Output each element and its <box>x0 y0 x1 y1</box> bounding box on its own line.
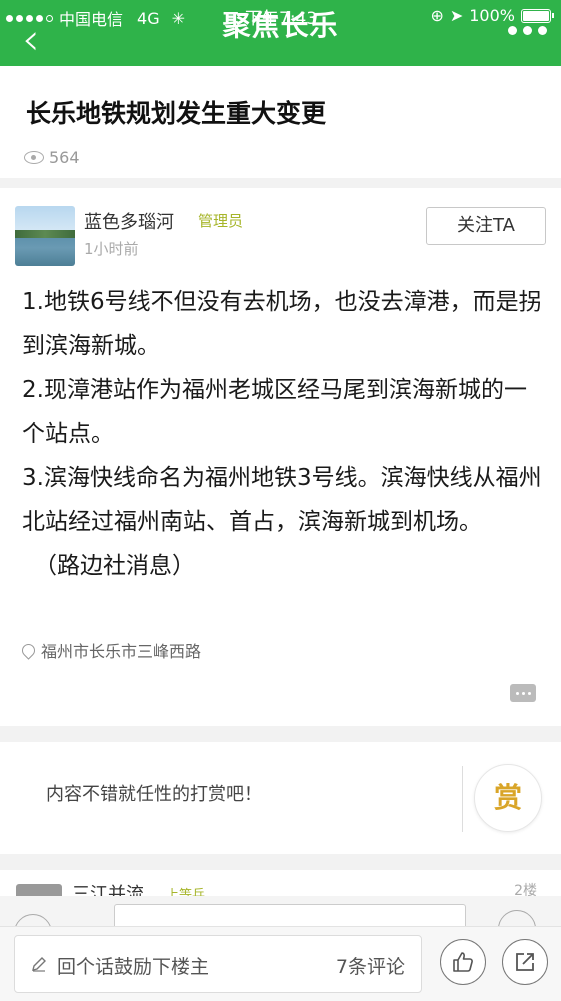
post-paragraph: 1.地铁6号线不但没有去机场，也没去漳港，而是拐到滨海新城。 <box>22 289 542 359</box>
thumbs-up-icon <box>453 952 473 972</box>
reward-button[interactable]: 赏 <box>474 764 542 832</box>
main-post: 蓝色多瑙河 管理员 1小时前 关注TA 1.地铁6号线不但没有去机场，也没去漳港… <box>0 188 561 726</box>
location[interactable]: 福州市长乐市三峰西路 <box>19 638 202 662</box>
bottom-bar: 回个话鼓励下楼主 7条评论 <box>0 926 561 1001</box>
reply-placeholder: 回个话鼓励下楼主 <box>57 956 210 978</box>
reward-section: 内容不错就任性的打赏吧！ 赏 <box>0 742 561 854</box>
eye-icon <box>24 151 44 164</box>
location-pin-icon <box>19 640 38 660</box>
location-text: 福州市长乐市三峰西路 <box>41 642 202 661</box>
post-paragraph: 2.现漳港站作为福州老城区经马尾到滨海新城的一个站点。 <box>22 377 527 447</box>
share-icon <box>516 953 534 971</box>
post-time: 1小时前 <box>84 240 139 258</box>
hidden-input-bar <box>0 896 561 952</box>
view-count-value: 564 <box>49 148 80 167</box>
share-button[interactable] <box>502 939 548 985</box>
comment-count[interactable]: 7条评论 <box>336 952 405 979</box>
divider <box>462 766 463 832</box>
pencil-icon <box>32 957 46 972</box>
avatar[interactable] <box>15 206 75 266</box>
more-icon[interactable] <box>508 26 547 35</box>
like-button[interactable] <box>440 939 486 985</box>
view-count: 564 <box>24 148 80 167</box>
author-name[interactable]: 蓝色多瑙河 <box>84 208 174 234</box>
post-paragraph: 3.滨海快线命名为福州地铁3号线。滨海快线从福州北站经过福州南站、首占，滨海新城… <box>22 465 542 535</box>
reply-input[interactable]: 回个话鼓励下楼主 7条评论 <box>14 935 422 993</box>
follow-button[interactable]: 关注TA <box>426 207 546 245</box>
nav-bar: ‹ 聚焦长乐 <box>0 9 561 66</box>
page-title: 聚焦长乐 <box>222 9 339 42</box>
article-header: 长乐地铁规划发生重大变更 564 <box>0 66 561 178</box>
post-paragraph: （路边社消息） <box>34 553 195 579</box>
author-role-badge: 管理员 <box>198 212 244 230</box>
reward-prompt: 内容不错就任性的打赏吧！ <box>46 784 262 805</box>
comment-icon[interactable] <box>510 684 536 702</box>
article-title: 长乐地铁规划发生重大变更 <box>26 99 327 128</box>
post-body: 1.地铁6号线不但没有去机场，也没去漳港，而是拐到滨海新城。 2.现漳港站作为福… <box>22 280 542 588</box>
